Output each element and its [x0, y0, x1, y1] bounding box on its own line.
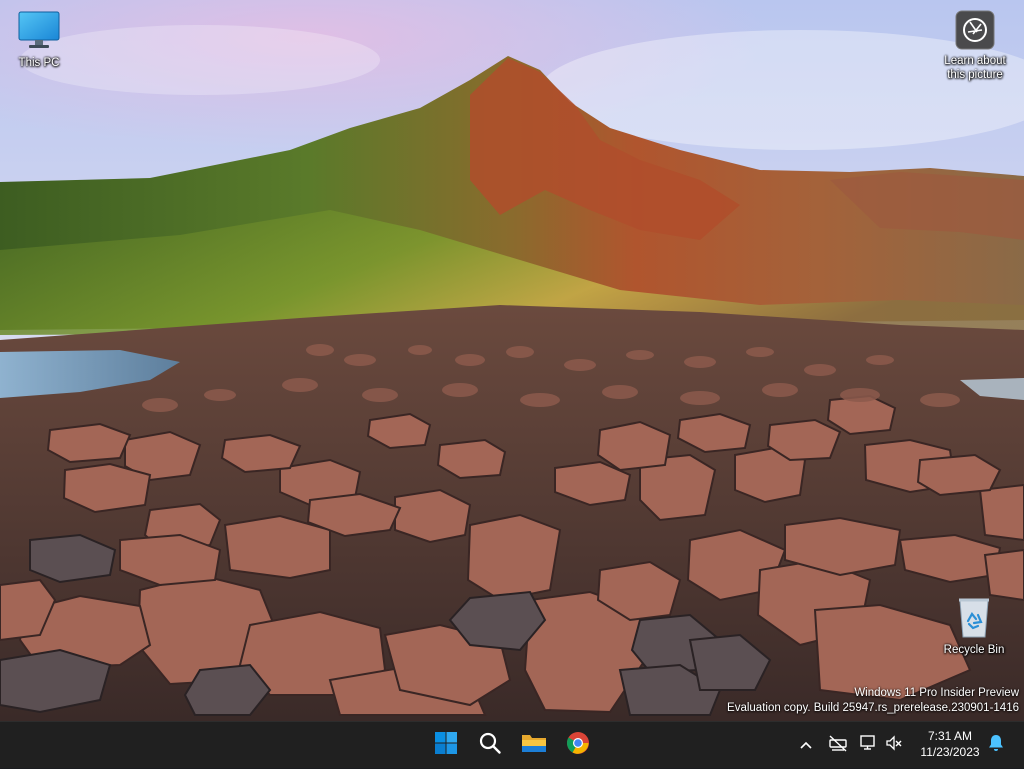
volume-muted-icon: [885, 734, 903, 757]
search-icon: [478, 731, 502, 760]
taskbar-clock[interactable]: 7:31 AM 11/23/2023: [910, 728, 990, 760]
bell-icon: [988, 734, 1004, 757]
desktop-wallpaper[interactable]: [0, 0, 1024, 721]
monitor-icon: [17, 10, 61, 52]
desktop-icon-this-pc[interactable]: This PC: [1, 10, 77, 70]
tray-network-button[interactable]: [858, 722, 878, 769]
network-drive-icon: [828, 734, 848, 757]
camera-lens-icon: [955, 10, 995, 50]
file-explorer-button[interactable]: [516, 727, 552, 763]
search-button[interactable]: [472, 727, 508, 763]
learn-label-line1: Learn about: [944, 55, 1006, 67]
network-icon: [859, 734, 877, 757]
watermark-line2: Evaluation copy. Build 25947.rs_prerelea…: [727, 702, 1019, 714]
chevron-up-icon: [799, 737, 813, 755]
watermark-line1: Windows 11 Pro Insider Preview: [854, 687, 1019, 699]
chrome-button[interactable]: [560, 727, 596, 763]
notifications-button[interactable]: [986, 722, 1006, 769]
start-button[interactable]: [428, 727, 464, 763]
taskbar: 7:31 AM 11/23/2023: [0, 721, 1024, 768]
chrome-icon: [566, 731, 590, 760]
desktop-icon-learn-about-picture[interactable]: Learn about this picture: [937, 10, 1013, 82]
learn-label-line2: this picture: [947, 69, 1003, 81]
desktop-icon-label: This PC: [18, 57, 60, 69]
clock-time: 7:31 AM: [927, 729, 973, 743]
desktop-icon-recycle-bin[interactable]: Recycle Bin: [936, 597, 1012, 657]
tray-network-drive-button[interactable]: [826, 722, 850, 769]
desktop-icon-label: Recycle Bin: [943, 644, 1005, 656]
tray-volume-button[interactable]: [884, 722, 904, 769]
clock-date: 11/23/2023: [920, 745, 980, 759]
wallpaper-landscape: [0, 0, 1024, 721]
folder-icon: [521, 731, 547, 760]
windows-logo-icon: [434, 731, 458, 760]
recycle-bin-icon: [956, 597, 992, 639]
evaluation-watermark: Windows 11 Pro Insider Preview Evaluatio…: [727, 686, 1019, 716]
show-hidden-icons-button[interactable]: [796, 722, 816, 769]
